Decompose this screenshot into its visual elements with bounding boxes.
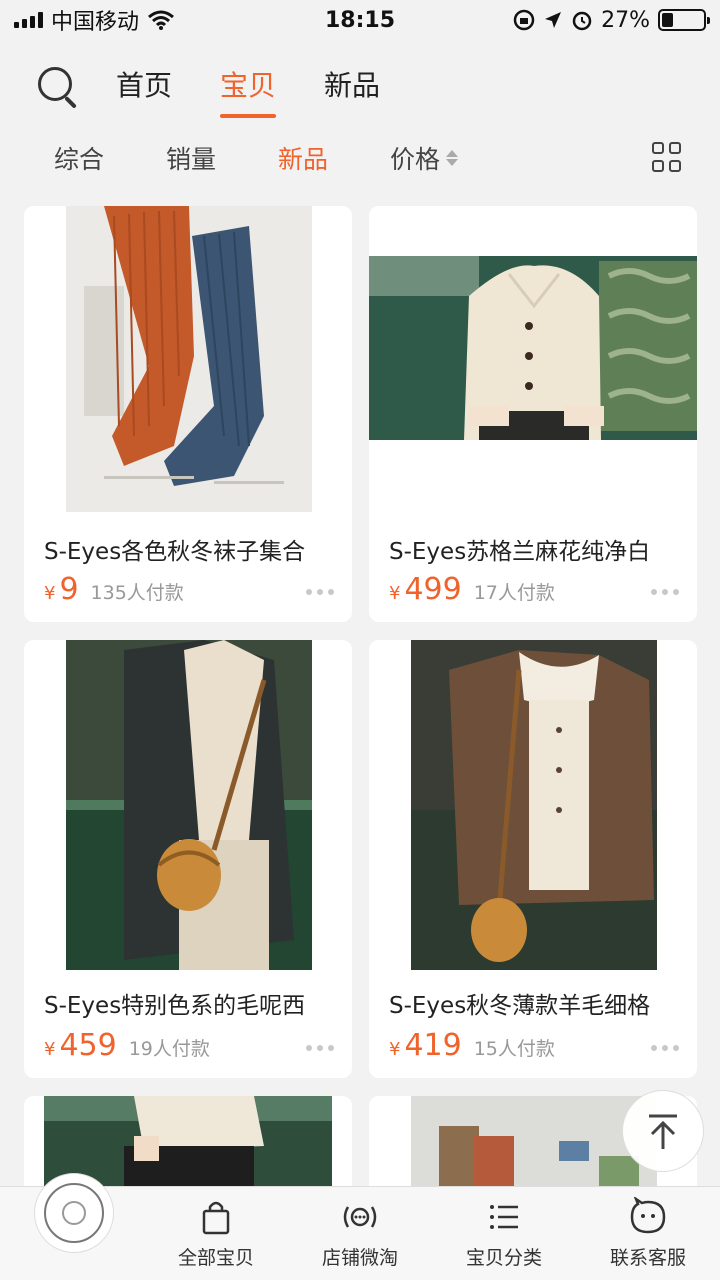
product-title: S-Eyes苏格兰麻花纯净白 xyxy=(389,539,651,565)
sold-count: 19人付款 xyxy=(128,1038,210,1060)
broadcast-icon xyxy=(343,1206,377,1228)
shop-logo[interactable] xyxy=(34,1173,114,1253)
sort-sales[interactable]: 销量 xyxy=(166,140,216,176)
product-card[interactable]: S-Eyes秋冬薄款羊毛细格 ¥ 419 15人付款 xyxy=(369,640,697,1078)
sold-count: 15人付款 xyxy=(473,1038,555,1060)
sold-count: 135人付款 xyxy=(90,582,184,604)
sold-count: 17人付款 xyxy=(473,582,555,604)
price-row: ¥ 419 15人付款 xyxy=(389,1028,555,1063)
tab-categories[interactable]: 宝贝分类 xyxy=(444,1197,564,1270)
signal-icon xyxy=(14,12,43,28)
carrier-name: 中国移动 xyxy=(51,10,140,35)
tweed-jacket-photo xyxy=(369,640,697,970)
status-right: 27% xyxy=(513,7,710,33)
product-title: S-Eyes各色秋冬袜子集合 xyxy=(44,539,306,565)
currency-symbol: ¥ xyxy=(44,583,56,604)
status-bar: 中国移动 18:15 27% xyxy=(0,0,720,40)
clock: 18:15 xyxy=(324,7,396,33)
more-options-icon[interactable] xyxy=(306,1045,334,1051)
tab-all-items[interactable]: 全部宝贝 xyxy=(156,1197,276,1270)
list-icon xyxy=(490,1205,518,1229)
product-title: S-Eyes特别色系的毛呢西 xyxy=(44,993,306,1019)
alarm-icon xyxy=(572,11,592,31)
battery-icon xyxy=(658,9,710,31)
socks-photo xyxy=(24,206,352,512)
product-card[interactable]: S-Eyes特别色系的毛呢西 ¥ 459 19人付款 xyxy=(24,640,352,1078)
tab-shop-feed[interactable]: 店铺微淘 xyxy=(300,1197,420,1270)
tab-all-items-label: 全部宝贝 xyxy=(177,1247,254,1269)
shopping-bag-icon xyxy=(202,1201,230,1235)
currency-symbol: ¥ xyxy=(44,1039,56,1060)
tab-customer-service[interactable]: 联系客服 xyxy=(588,1197,708,1270)
currency-symbol: ¥ xyxy=(389,1039,401,1060)
wifi-icon xyxy=(148,10,174,30)
sort-price-label: 价格 xyxy=(390,145,441,174)
price-row: ¥ 499 17人付款 xyxy=(389,572,555,607)
wool-blazer-photo xyxy=(24,640,352,970)
tab-items[interactable]: 宝贝 xyxy=(220,64,277,118)
currency-symbol: ¥ xyxy=(389,583,401,604)
sort-bar: 综合 销量 新品 价格 xyxy=(0,130,720,186)
tab-categories-label: 宝贝分类 xyxy=(465,1247,542,1269)
product-card[interactable]: S-Eyes苏格兰麻花纯净白 ¥ 499 17人付款 xyxy=(369,206,697,622)
product-card[interactable]: S-Eyes各色秋冬袜子集合 ¥ 9 135人付款 xyxy=(24,206,352,622)
price-row: ¥ 9 135人付款 xyxy=(44,572,184,607)
battery-percent: 27% xyxy=(601,7,650,33)
product-price: 419 xyxy=(404,1028,462,1063)
product-price: 499 xyxy=(404,572,462,607)
chat-face-icon xyxy=(630,1197,666,1234)
product-price: 459 xyxy=(59,1028,117,1063)
price-row: ¥ 459 19人付款 xyxy=(44,1028,210,1063)
more-options-icon[interactable] xyxy=(651,589,679,595)
sort-arrows-icon xyxy=(446,150,459,166)
cream-cardigan-photo xyxy=(369,206,697,512)
sort-new[interactable]: 新品 xyxy=(278,140,328,176)
tab-customer-service-label: 联系客服 xyxy=(609,1247,686,1269)
orientation-lock-icon xyxy=(513,9,535,31)
tab-new[interactable]: 新品 xyxy=(324,64,380,110)
grid-view-icon[interactable] xyxy=(652,142,682,172)
sort-overall[interactable]: 综合 xyxy=(54,140,104,176)
battery-level xyxy=(662,13,673,27)
sort-price[interactable]: 价格 xyxy=(390,140,459,176)
search-icon[interactable] xyxy=(36,65,80,109)
more-options-icon[interactable] xyxy=(306,589,334,595)
tab-home[interactable]: 首页 xyxy=(116,64,172,110)
back-to-top-button[interactable] xyxy=(622,1090,704,1172)
product-price: 9 xyxy=(59,572,79,607)
more-options-icon[interactable] xyxy=(651,1045,679,1051)
location-icon xyxy=(545,12,562,28)
bottom-tab-bar: 全部宝贝 店铺微淘 宝贝分类 联系客服 xyxy=(0,1173,720,1280)
status-left: 中国移动 xyxy=(14,4,175,36)
arrow-up-icon xyxy=(649,1114,677,1149)
top-nav: 首页 宝贝 新品 xyxy=(0,52,720,122)
product-title: S-Eyes秋冬薄款羊毛细格 xyxy=(389,993,651,1019)
product-grid: S-Eyes各色秋冬袜子集合 ¥ 9 135人付款 S-Eyes苏格兰麻花纯净白… xyxy=(0,206,720,1186)
tab-shop-feed-label: 店铺微淘 xyxy=(321,1247,398,1269)
